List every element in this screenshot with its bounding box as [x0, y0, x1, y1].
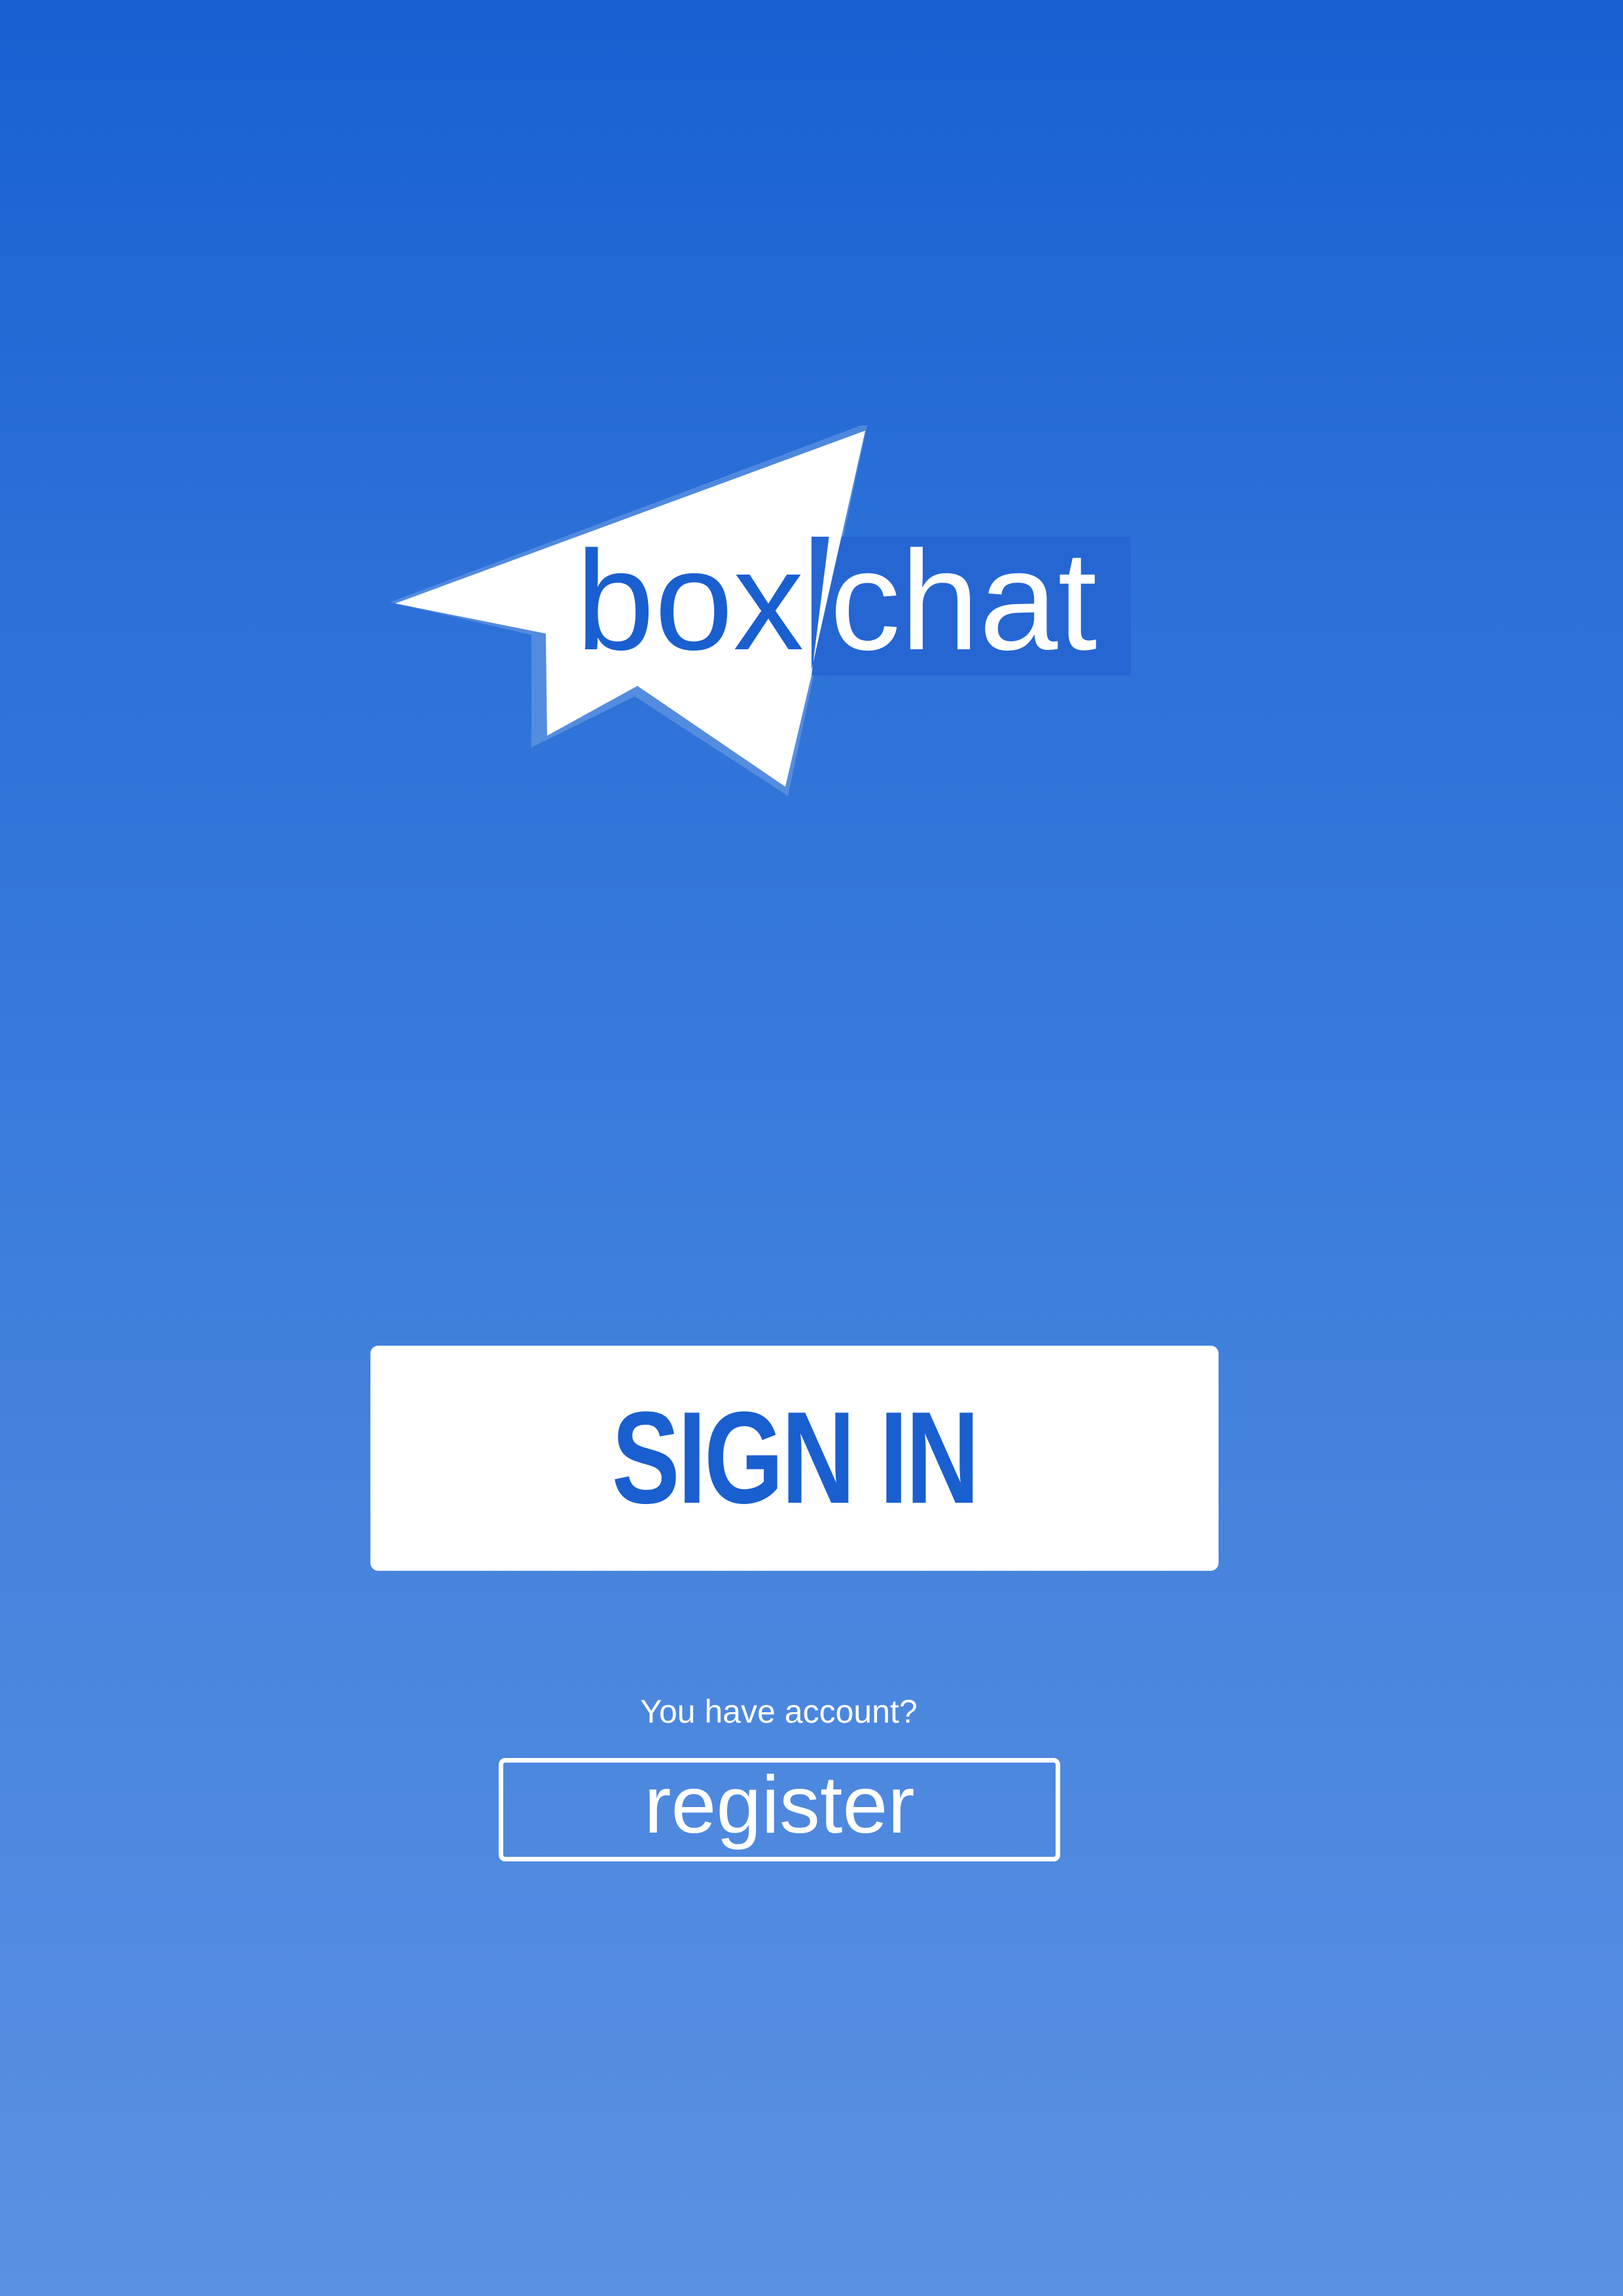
- register-button[interactable]: register: [499, 1758, 1060, 1861]
- sign-in-label: SIGN IN: [611, 1385, 980, 1531]
- boxchat-logo: box chat: [380, 425, 1132, 798]
- login-screen: box chat SIGN IN You have account? regis…: [0, 0, 1623, 2296]
- register-label: register: [644, 1760, 915, 1850]
- sign-in-button[interactable]: SIGN IN: [370, 1346, 1219, 1571]
- logo-word-chat: chat: [830, 521, 1097, 679]
- account-prompt: You have account?: [640, 1693, 918, 1730]
- paper-plane-icon: box chat: [390, 425, 1131, 796]
- logo-word-box: box: [576, 521, 804, 679]
